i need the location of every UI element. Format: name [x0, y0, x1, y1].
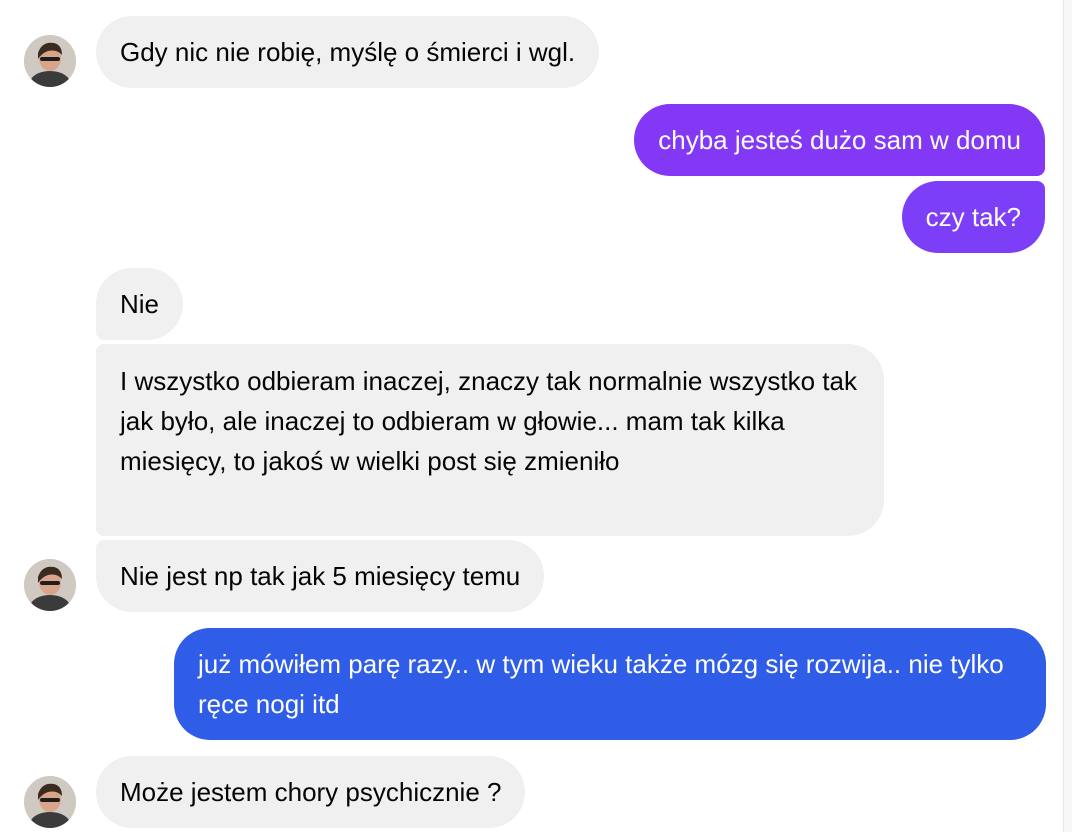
- message-bubble-incoming[interactable]: Gdy nic nie robię, myślę o śmierci i wgl…: [96, 16, 600, 88]
- message-bubble-incoming[interactable]: Może jestem chory psychicznie ?: [96, 756, 526, 828]
- message-bubble-incoming[interactable]: Nie jest np tak jak 5 miesięcy temu: [96, 540, 545, 612]
- message-bubble-incoming[interactable]: Nie: [96, 268, 184, 340]
- message-bubble-incoming[interactable]: I wszystko odbieram inaczej, znaczy tak …: [96, 344, 884, 536]
- message-bubble-outgoing[interactable]: chyba jesteś dużo sam w domu: [634, 104, 1045, 176]
- user-avatar-icon[interactable]: [24, 35, 76, 87]
- scrollbar-track[interactable]: [1063, 0, 1072, 832]
- user-avatar-icon[interactable]: [24, 559, 76, 611]
- message-bubble-outgoing[interactable]: już mówiłem parę razy.. w tym wieku takż…: [174, 628, 1046, 740]
- user-avatar-icon[interactable]: [24, 776, 76, 828]
- message-bubble-outgoing[interactable]: czy tak?: [901, 181, 1045, 253]
